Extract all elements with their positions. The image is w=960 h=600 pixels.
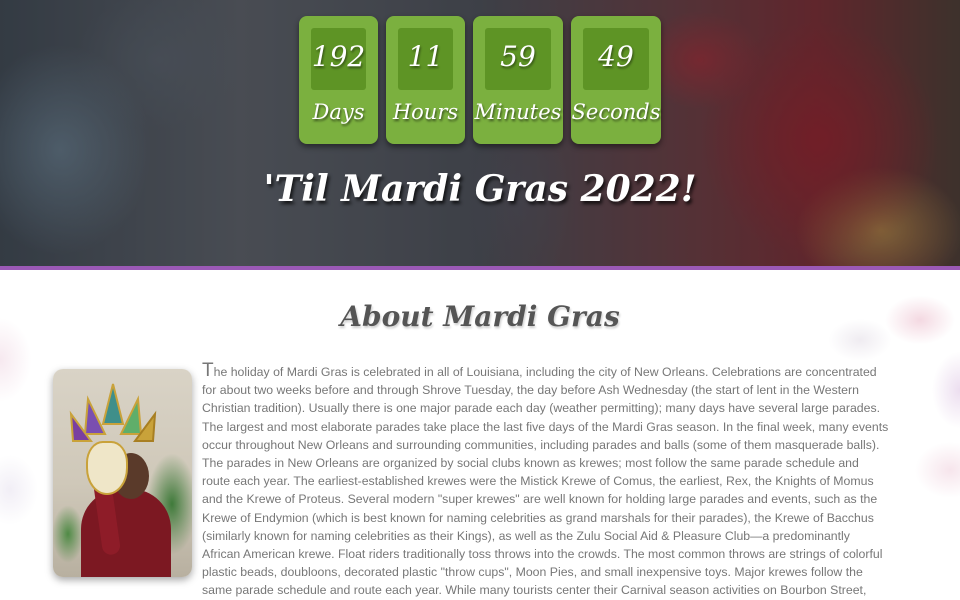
mask-crown-icon: [69, 383, 157, 442]
countdown-seconds: 49 Seconds: [571, 16, 661, 144]
countdown-minutes-value: 59: [485, 28, 551, 90]
countdown-hours-value: 11: [398, 28, 453, 90]
countdown-days: 192 Days: [299, 16, 378, 144]
dress-graphic: [81, 489, 171, 577]
countdown-seconds-value: 49: [583, 28, 649, 90]
about-dropcap: T: [202, 360, 214, 381]
hero-title: 'Til Mardi Gras 2022!: [263, 168, 697, 210]
about-section: About Mardi Gras The holiday of Mardi Gr…: [0, 270, 960, 600]
countdown-hours: 11 Hours: [386, 16, 465, 144]
about-paragraph: The holiday of Mardi Gras is celebrated …: [202, 360, 890, 600]
mardi-gras-mask-photo: [53, 369, 192, 577]
about-body-text: he holiday of Mardi Gras is celebrated i…: [202, 365, 889, 598]
countdown-timer: 192 Days 11 Hours 59 Minutes 49 Seconds: [0, 16, 960, 144]
about-heading: About Mardi Gras: [340, 300, 620, 333]
countdown-seconds-label: Seconds: [571, 100, 661, 124]
countdown-days-label: Days: [312, 100, 365, 124]
countdown-hours-label: Hours: [392, 100, 459, 124]
countdown-minutes-label: Minutes: [474, 100, 562, 124]
countdown-minutes: 59 Minutes: [473, 16, 563, 144]
hero-banner: 192 Days 11 Hours 59 Minutes 49 Seconds …: [0, 0, 960, 266]
countdown-days-value: 192: [311, 28, 366, 90]
